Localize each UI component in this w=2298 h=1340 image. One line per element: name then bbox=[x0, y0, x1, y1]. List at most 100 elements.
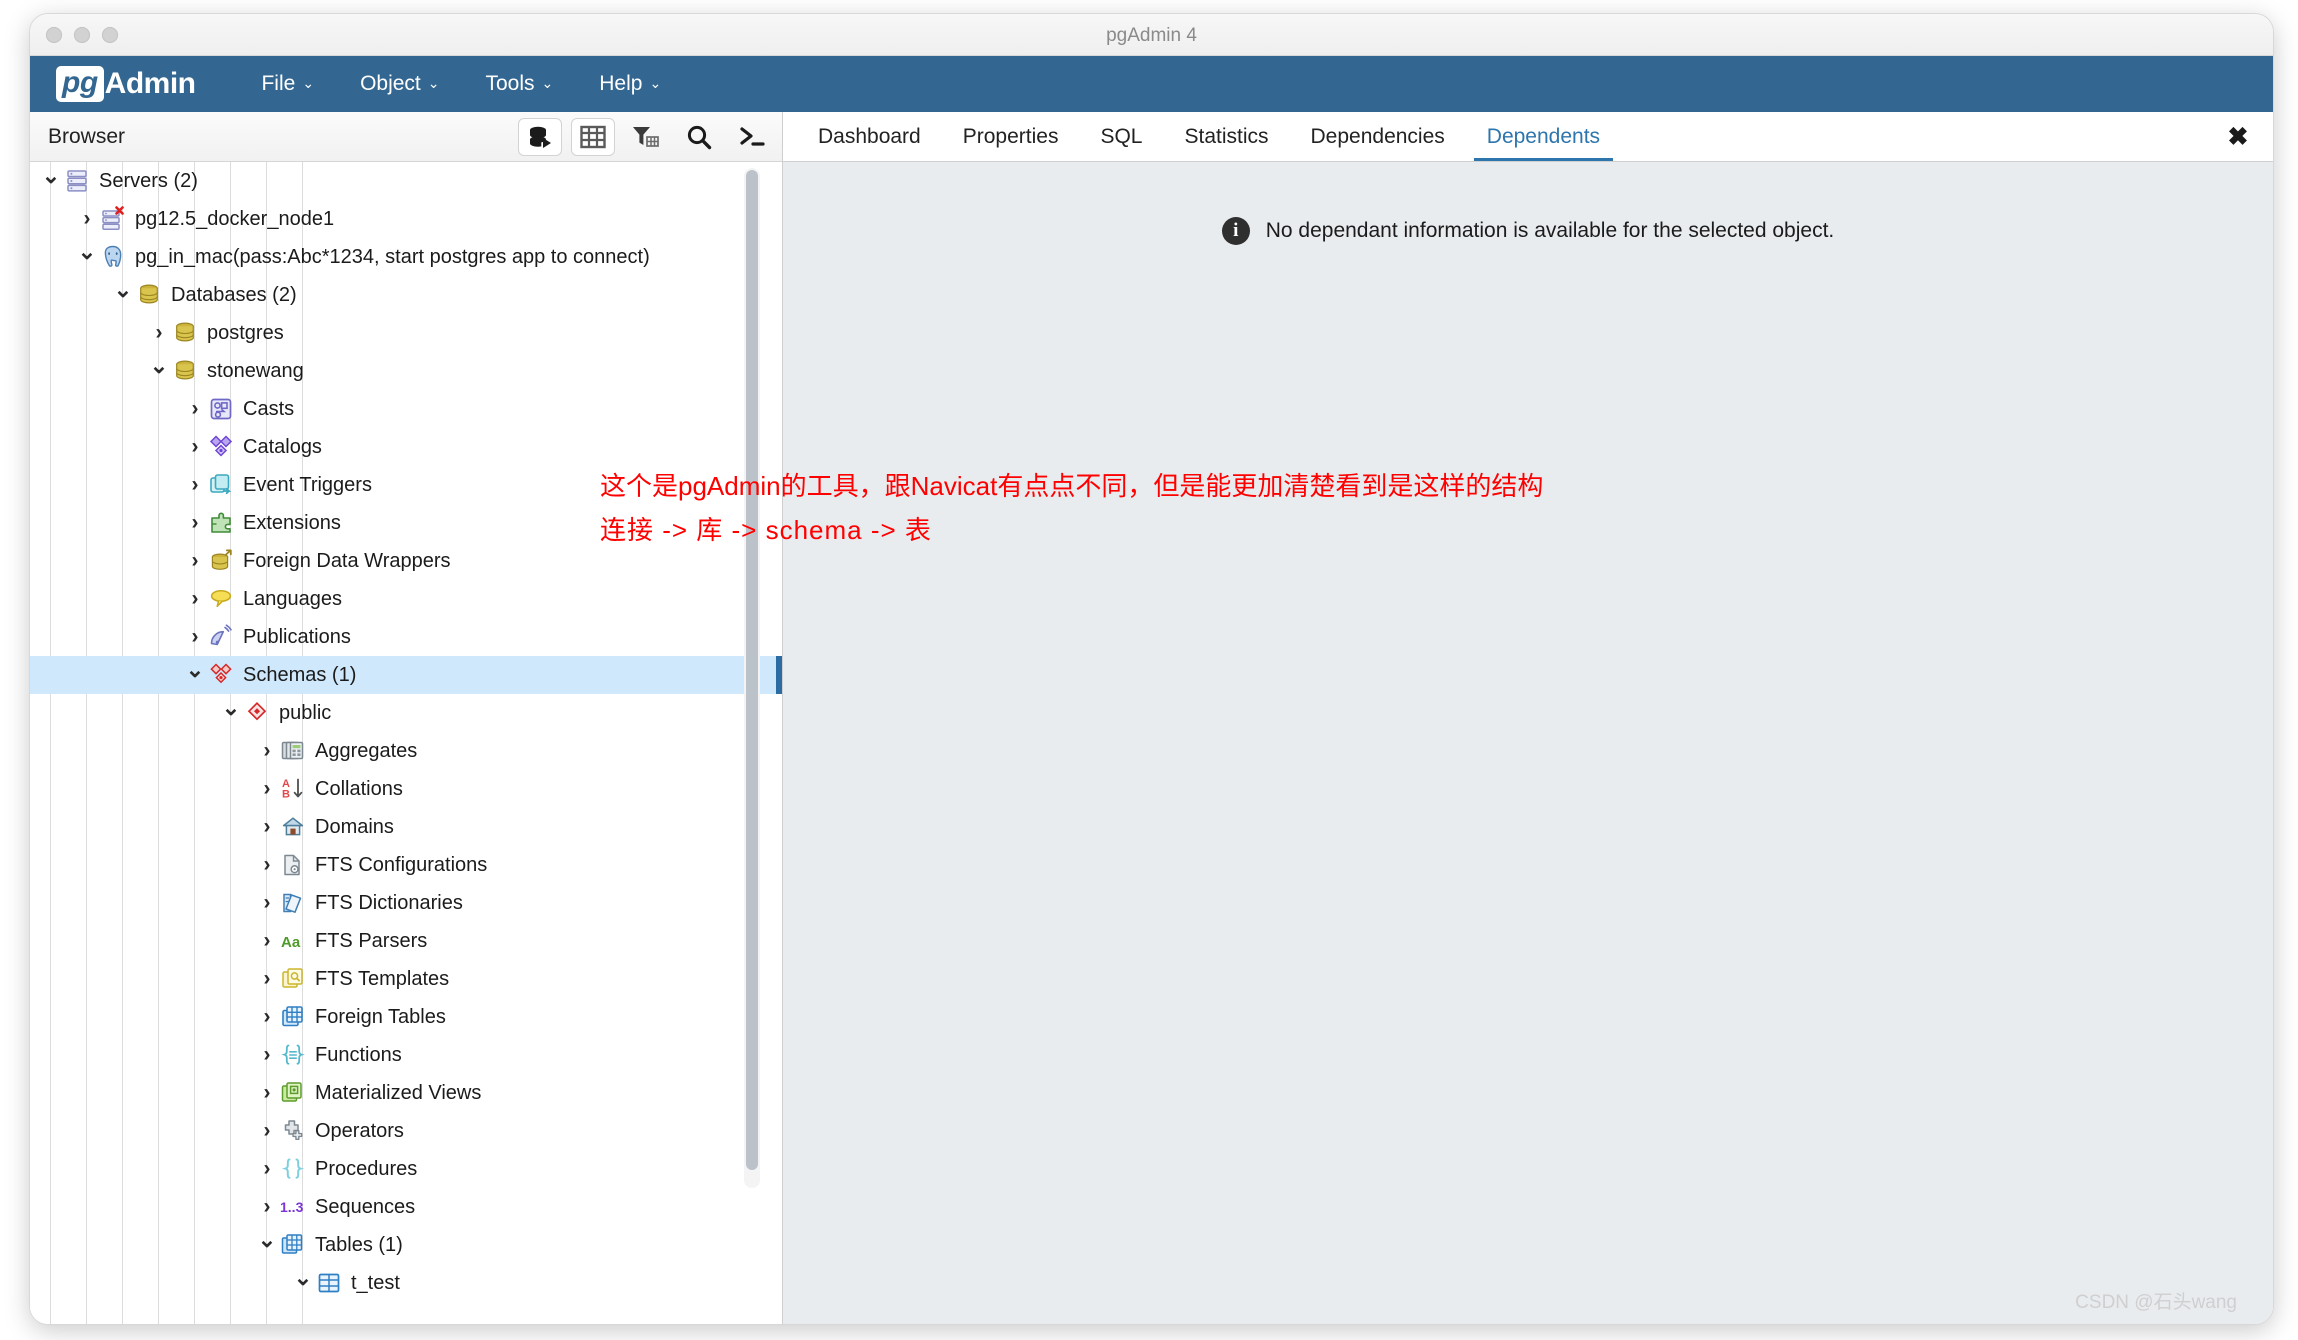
chevron-right-icon[interactable]: › bbox=[254, 1081, 280, 1105]
chevron-right-icon[interactable]: › bbox=[182, 625, 208, 649]
tree-node-casts[interactable]: › Casts bbox=[30, 390, 782, 428]
tree-node-databases-2[interactable]: ⌄ Databases (2) bbox=[30, 276, 782, 314]
tree-node-aggregates[interactable]: › Aggregates bbox=[30, 732, 782, 770]
tree-node-catalogs[interactable]: › Catalogs bbox=[30, 428, 782, 466]
tables-icon bbox=[280, 1232, 306, 1258]
servers-icon bbox=[64, 168, 90, 194]
chevron-right-icon[interactable]: › bbox=[254, 1005, 280, 1029]
tab-statistics[interactable]: Statistics bbox=[1163, 112, 1289, 161]
tab-dashboard-label: Dashboard bbox=[818, 124, 921, 148]
schema-icon bbox=[244, 700, 270, 726]
view-data-grid-icon[interactable] bbox=[571, 117, 615, 156]
foreign-tables-icon bbox=[280, 1004, 306, 1030]
tree-node-label: Extensions bbox=[243, 512, 341, 534]
tab-dependencies[interactable]: Dependencies bbox=[1290, 112, 1466, 161]
tree-node-postgres[interactable]: › postgres bbox=[30, 314, 782, 352]
tree-node-label: pg12.5_docker_node1 bbox=[135, 208, 335, 230]
chevron-right-icon[interactable]: › bbox=[182, 587, 208, 611]
app-navbar: pg Admin File ⌄ Object ⌄ Tools ⌄ Help ⌄ bbox=[30, 56, 2273, 112]
tab-dependents[interactable]: Dependents bbox=[1466, 112, 1621, 161]
filter-table-icon[interactable] bbox=[624, 118, 668, 156]
database-icon bbox=[172, 358, 198, 384]
tree-node-stonewang[interactable]: ⌄ stonewang bbox=[30, 352, 782, 390]
chevron-right-icon[interactable]: › bbox=[254, 891, 280, 915]
tree-node-pg-in-mac-pass-abc-1234-start-postgres-app-to-connect[interactable]: ⌄ pg_in_mac(pass:Abc*1234, start postgres… bbox=[30, 238, 782, 276]
chevron-right-icon[interactable]: › bbox=[254, 1043, 280, 1067]
tree-node-sequences[interactable]: › 1..3 Sequences bbox=[30, 1188, 782, 1226]
chevron-right-icon[interactable]: › bbox=[182, 511, 208, 535]
tree-node-collations[interactable]: › A B Collations bbox=[30, 770, 782, 808]
chevron-right-icon[interactable]: › bbox=[254, 777, 280, 801]
tree-node-label: Foreign Tables bbox=[315, 1006, 446, 1028]
tree-node-materialized-views[interactable]: › Materialized Views bbox=[30, 1074, 782, 1112]
chevron-right-icon[interactable]: › bbox=[254, 815, 280, 839]
tree-node-label: stonewang bbox=[207, 360, 304, 382]
tree-scrollbar-thumb[interactable] bbox=[746, 170, 758, 1170]
sequences-icon: 1..3 bbox=[280, 1194, 306, 1220]
server-disconnected-icon bbox=[100, 206, 126, 232]
tree-node-operators[interactable]: › Operators bbox=[30, 1112, 782, 1150]
tree-node-t-test[interactable]: ⌄ t_test bbox=[30, 1264, 782, 1302]
chevron-right-icon[interactable]: › bbox=[254, 1195, 280, 1219]
chevron-down-icon[interactable]: ⌄ bbox=[110, 277, 136, 303]
tree-node-public[interactable]: ⌄ public bbox=[30, 694, 782, 732]
chevron-down-icon[interactable]: ⌄ bbox=[74, 239, 100, 265]
tree-node-label: Publications bbox=[243, 626, 351, 648]
menu-object[interactable]: Object ⌄ bbox=[342, 66, 457, 102]
tree-node-pg12-5-docker-node1[interactable]: › pg12.5_docker_node1 bbox=[30, 200, 782, 238]
tree-node-fts-templates[interactable]: › FTS Templates bbox=[30, 960, 782, 998]
chevron-right-icon[interactable]: › bbox=[182, 473, 208, 497]
chevron-right-icon[interactable]: › bbox=[254, 967, 280, 991]
tab-properties[interactable]: Properties bbox=[942, 112, 1080, 161]
tree-node-event-triggers[interactable]: › Event Triggers bbox=[30, 466, 782, 504]
tree-node-procedures[interactable]: › Procedures bbox=[30, 1150, 782, 1188]
chevron-down-icon[interactable]: ⌄ bbox=[218, 695, 244, 721]
tree-node-fts-parsers[interactable]: › Aa FTS Parsers bbox=[30, 922, 782, 960]
chevron-right-icon[interactable]: › bbox=[254, 1119, 280, 1143]
tab-sql[interactable]: SQL bbox=[1079, 112, 1163, 161]
tab-dashboard[interactable]: Dashboard bbox=[797, 112, 942, 161]
menu-help[interactable]: Help ⌄ bbox=[581, 66, 679, 102]
chevron-right-icon[interactable]: › bbox=[182, 549, 208, 573]
chevron-right-icon[interactable]: › bbox=[254, 929, 280, 953]
add-server-icon[interactable] bbox=[518, 117, 562, 156]
chevron-right-icon[interactable]: › bbox=[182, 435, 208, 459]
chevron-down-icon[interactable]: ⌄ bbox=[182, 657, 208, 683]
chevron-right-icon[interactable]: › bbox=[146, 321, 172, 345]
chevron-down-icon[interactable]: ⌄ bbox=[38, 163, 64, 189]
tree-node-fts-dictionaries[interactable]: › FTS Dictionaries bbox=[30, 884, 782, 922]
search-icon[interactable] bbox=[677, 118, 721, 156]
browser-panel: Browser ⌄ Servers (2) › pg12.5_docker_no… bbox=[30, 112, 783, 1324]
tree-node-foreign-tables[interactable]: › Foreign Tables bbox=[30, 998, 782, 1036]
tree-node-tables-1[interactable]: ⌄ Tables (1) bbox=[30, 1226, 782, 1264]
chevron-right-icon[interactable]: › bbox=[74, 207, 100, 231]
empty-state-message: i No dependant information is available … bbox=[1221, 214, 1834, 248]
tree-node-domains[interactable]: › Domains bbox=[30, 808, 782, 846]
object-browser-tree[interactable]: ⌄ Servers (2) › pg12.5_docker_node1 ⌄ pg_in_m… bbox=[30, 162, 782, 1324]
tree-node-functions[interactable]: › Functions bbox=[30, 1036, 782, 1074]
chevron-right-icon[interactable]: › bbox=[254, 853, 280, 877]
server-postgres-icon bbox=[100, 244, 126, 270]
tree-node-extensions[interactable]: › Extensions bbox=[30, 504, 782, 542]
menu-help-label: Help bbox=[599, 72, 643, 95]
chevron-right-icon[interactable]: › bbox=[254, 739, 280, 763]
tree-node-publications[interactable]: › Publications bbox=[30, 618, 782, 656]
chevron-down-icon[interactable]: ⌄ bbox=[290, 1265, 316, 1291]
psql-terminal-icon[interactable] bbox=[730, 118, 774, 156]
tree-vertical-scrollbar[interactable] bbox=[744, 168, 760, 1188]
chevron-down-icon: ⌄ bbox=[541, 75, 554, 91]
tree-node-languages[interactable]: › Languages bbox=[30, 580, 782, 618]
chevron-down-icon[interactable]: ⌄ bbox=[146, 353, 172, 379]
chevron-right-icon[interactable]: › bbox=[182, 397, 208, 421]
chevron-right-icon[interactable]: › bbox=[254, 1157, 280, 1181]
menu-file[interactable]: File ⌄ bbox=[243, 66, 332, 102]
tree-node-schemas-1[interactable]: ⌄ Schemas (1) bbox=[30, 656, 782, 694]
tree-node-foreign-data-wrappers[interactable]: › Foreign Data Wrappers bbox=[30, 542, 782, 580]
menu-tools[interactable]: Tools ⌄ bbox=[468, 66, 572, 102]
tree-node-servers-2[interactable]: ⌄ Servers (2) bbox=[30, 162, 782, 200]
tree-node-fts-configurations[interactable]: › FTS Configurations bbox=[30, 846, 782, 884]
tree-node-label: FTS Templates bbox=[315, 968, 450, 990]
chevron-down-icon[interactable]: ⌄ bbox=[254, 1227, 280, 1253]
svg-text:1..3: 1..3 bbox=[280, 1199, 304, 1215]
close-icon[interactable]: ✖ bbox=[2203, 112, 2273, 161]
